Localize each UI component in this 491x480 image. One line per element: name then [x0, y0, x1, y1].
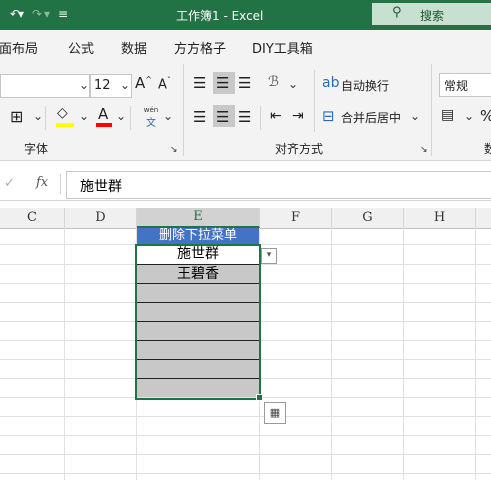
separator	[45, 106, 46, 130]
font-color-icon[interactable]: A	[98, 105, 108, 123]
undo-dropdown-icon[interactable]: ▾	[18, 7, 24, 21]
merge-dropdown-icon[interactable]: ⌄	[410, 109, 420, 123]
tab-data[interactable]: 数据	[121, 38, 147, 57]
gridline	[0, 416, 491, 417]
align-center-icon: ☰	[216, 108, 230, 126]
font-name-box[interactable]: ⌄	[0, 74, 90, 98]
wrap-text-label[interactable]: 自动换行	[341, 77, 389, 94]
cell-e1[interactable]: 删除下拉菜单	[137, 228, 259, 244]
fill-color-swatch	[56, 123, 74, 127]
column-header-c[interactable]: C	[0, 208, 65, 228]
column-header-h[interactable]: H	[404, 208, 476, 228]
number-format-value: 常规	[444, 79, 469, 93]
font-color-swatch	[96, 123, 112, 127]
orientation-dropdown-icon[interactable]: ⌄	[288, 77, 298, 91]
font-color-dropdown-icon[interactable]: ⌄	[116, 109, 126, 123]
fill-handle[interactable]	[256, 394, 263, 401]
separator	[60, 174, 61, 194]
quick-access-customize-icon[interactable]: ≡	[58, 7, 68, 21]
gridline	[0, 454, 491, 455]
align-bottom-icon[interactable]: ☰	[238, 74, 251, 92]
phonetic-guide-icon[interactable]: wén 文	[138, 106, 164, 129]
merge-center-icon[interactable]: ⊟	[322, 107, 335, 125]
gridline	[403, 228, 404, 480]
column-header-f[interactable]: F	[260, 208, 332, 228]
formula-bar: ✓ fx 施世群	[0, 168, 491, 201]
gridline	[331, 228, 332, 480]
border-dropdown-icon[interactable]: ⌄	[33, 109, 43, 123]
orientation-icon[interactable]: ℬ	[268, 74, 279, 90]
fill-color-dropdown-icon[interactable]: ⌄	[79, 109, 89, 123]
separator	[314, 70, 315, 132]
separator	[260, 106, 261, 130]
align-middle-icon: ☰	[216, 74, 230, 92]
window-title: 工作簿1 - Excel	[176, 9, 264, 23]
font-name-dropdown-icon[interactable]: ⌄	[79, 78, 89, 92]
phonetic-guide-pinyin: wén	[143, 106, 159, 114]
insert-function-icon[interactable]: fx	[36, 175, 48, 190]
fill-color-icon[interactable]: ◇	[57, 105, 68, 121]
number-format-box[interactable]: 常规	[439, 73, 491, 97]
redo-icon[interactable]: ↷	[32, 7, 42, 21]
redo-dropdown-icon[interactable]: ▾	[44, 7, 50, 21]
column-headers: C D E F G H	[0, 208, 491, 229]
border-icon[interactable]: ⊞	[10, 107, 23, 126]
tab-fangfang[interactable]: 方方格子	[174, 38, 226, 57]
decrease-font-icon[interactable]: Aˇ	[158, 76, 171, 92]
column-header-e[interactable]: E	[137, 208, 260, 228]
gridline	[475, 228, 476, 480]
search-label: 搜索	[420, 9, 445, 23]
tab-formulas[interactable]: 公式	[68, 38, 94, 57]
separator	[130, 106, 131, 130]
decrease-indent-icon[interactable]: ⇤	[270, 108, 282, 124]
ribbon: ⌄ 12 ⌄ A^ Aˇ ⊞ ⌄ ◇ ⌄ A ⌄ wén 文 ⌄ 字体 ↘ ☰ …	[0, 60, 491, 161]
wrap-text-icon[interactable]: ab	[322, 75, 339, 91]
column-header-d[interactable]: D	[65, 208, 137, 228]
search-box[interactable]: ⚲ 搜索	[372, 3, 491, 25]
column-header-g[interactable]: G	[332, 208, 404, 228]
quick-analysis-icon[interactable]: ▦	[264, 402, 286, 424]
align-left-icon[interactable]: ☰	[193, 108, 206, 126]
tab-page-layout[interactable]: 页面布局	[0, 38, 38, 57]
tab-diy-toolbox[interactable]: DIY工具箱	[252, 38, 313, 57]
dropdown-arrow-icon[interactable]: ▾	[261, 248, 277, 264]
gridline	[0, 473, 491, 474]
font-size-value: 12	[94, 78, 111, 93]
phonetic-dropdown-icon[interactable]: ⌄	[163, 109, 173, 123]
font-dialog-launcher-icon[interactable]: ↘	[170, 145, 178, 155]
percent-style-icon[interactable]: %	[480, 107, 491, 125]
font-size-box[interactable]: 12 ⌄	[90, 74, 132, 98]
accounting-dropdown-icon[interactable]: ⌄	[464, 109, 474, 123]
increase-font-icon[interactable]: A^	[135, 74, 152, 92]
group-separator	[183, 64, 184, 156]
number-group-label: 数	[484, 142, 491, 156]
merge-center-label[interactable]: 合并后居中	[341, 109, 401, 126]
phonetic-guide-char: 文	[146, 118, 156, 129]
increase-indent-icon[interactable]: ⇥	[292, 108, 304, 124]
font-group-label: 字体	[24, 142, 49, 156]
align-top-icon[interactable]: ☰	[193, 74, 206, 92]
formula-value: 施世群	[80, 179, 122, 195]
ribbon-tabs: 页面布局 公式 数据 方方格子 DIY工具箱	[0, 30, 491, 60]
alignment-group-label: 对齐方式	[275, 142, 324, 156]
enter-check-icon[interactable]: ✓	[4, 176, 15, 191]
accounting-format-icon[interactable]: ▤	[441, 107, 454, 123]
alignment-dialog-launcher-icon[interactable]: ↘	[420, 145, 428, 155]
group-separator	[431, 64, 432, 156]
selection-range	[135, 244, 261, 400]
worksheet-grid[interactable]: 删除下拉菜单 施世群 王碧香 ▾ ▦	[0, 228, 491, 480]
align-right-icon[interactable]: ☰	[238, 108, 251, 126]
gridline	[0, 435, 491, 436]
formula-input[interactable]: 施世群	[66, 171, 491, 199]
font-size-dropdown-icon: ⌄	[120, 78, 131, 92]
search-icon: ⚲	[392, 5, 402, 20]
gridline	[64, 228, 65, 480]
